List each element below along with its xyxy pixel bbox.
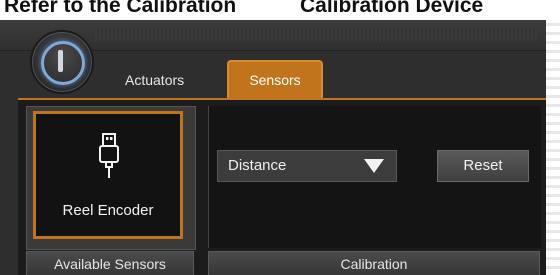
power-ring-icon: [41, 41, 85, 85]
app-menu-button[interactable]: [30, 30, 94, 94]
tab-actuators[interactable]: Actuators: [125, 72, 184, 88]
dropdown-value: Distance: [228, 157, 287, 174]
calibration-type-dropdown[interactable]: Distance: [217, 150, 397, 182]
sensor-label: Reel Encoder: [62, 202, 154, 219]
app-window: Actuators Sensors Reel Encoder Distance: [0, 20, 546, 275]
tab-sensors[interactable]: Sensors: [227, 60, 323, 98]
sensor-card-reel-encoder[interactable]: Reel Encoder: [33, 111, 183, 239]
usb-icon: [99, 133, 119, 178]
calibration-panel: Distance Reset: [208, 106, 541, 248]
heading-left: Refer to the Calibration: [4, 0, 237, 17]
panel-footer: Available Sensors Calibration: [26, 251, 540, 275]
tab-content: Reel Encoder Distance Reset Available Se…: [18, 98, 546, 275]
footer-available-sensors: Available Sensors: [26, 251, 194, 275]
footer-calibration: Calibration: [208, 251, 540, 275]
available-sensors-panel: Reel Encoder: [26, 106, 196, 250]
document-heading: Refer to the Calibration Calibration Dev…: [0, 0, 560, 22]
power-bar-icon: [58, 50, 63, 72]
heading-right: Calibration Device: [300, 0, 484, 17]
reset-button[interactable]: Reset: [437, 150, 529, 182]
screenshot-edge: [546, 20, 560, 275]
dropdown-arrow-icon: [364, 159, 384, 173]
titlebar-grip: [95, 28, 538, 42]
